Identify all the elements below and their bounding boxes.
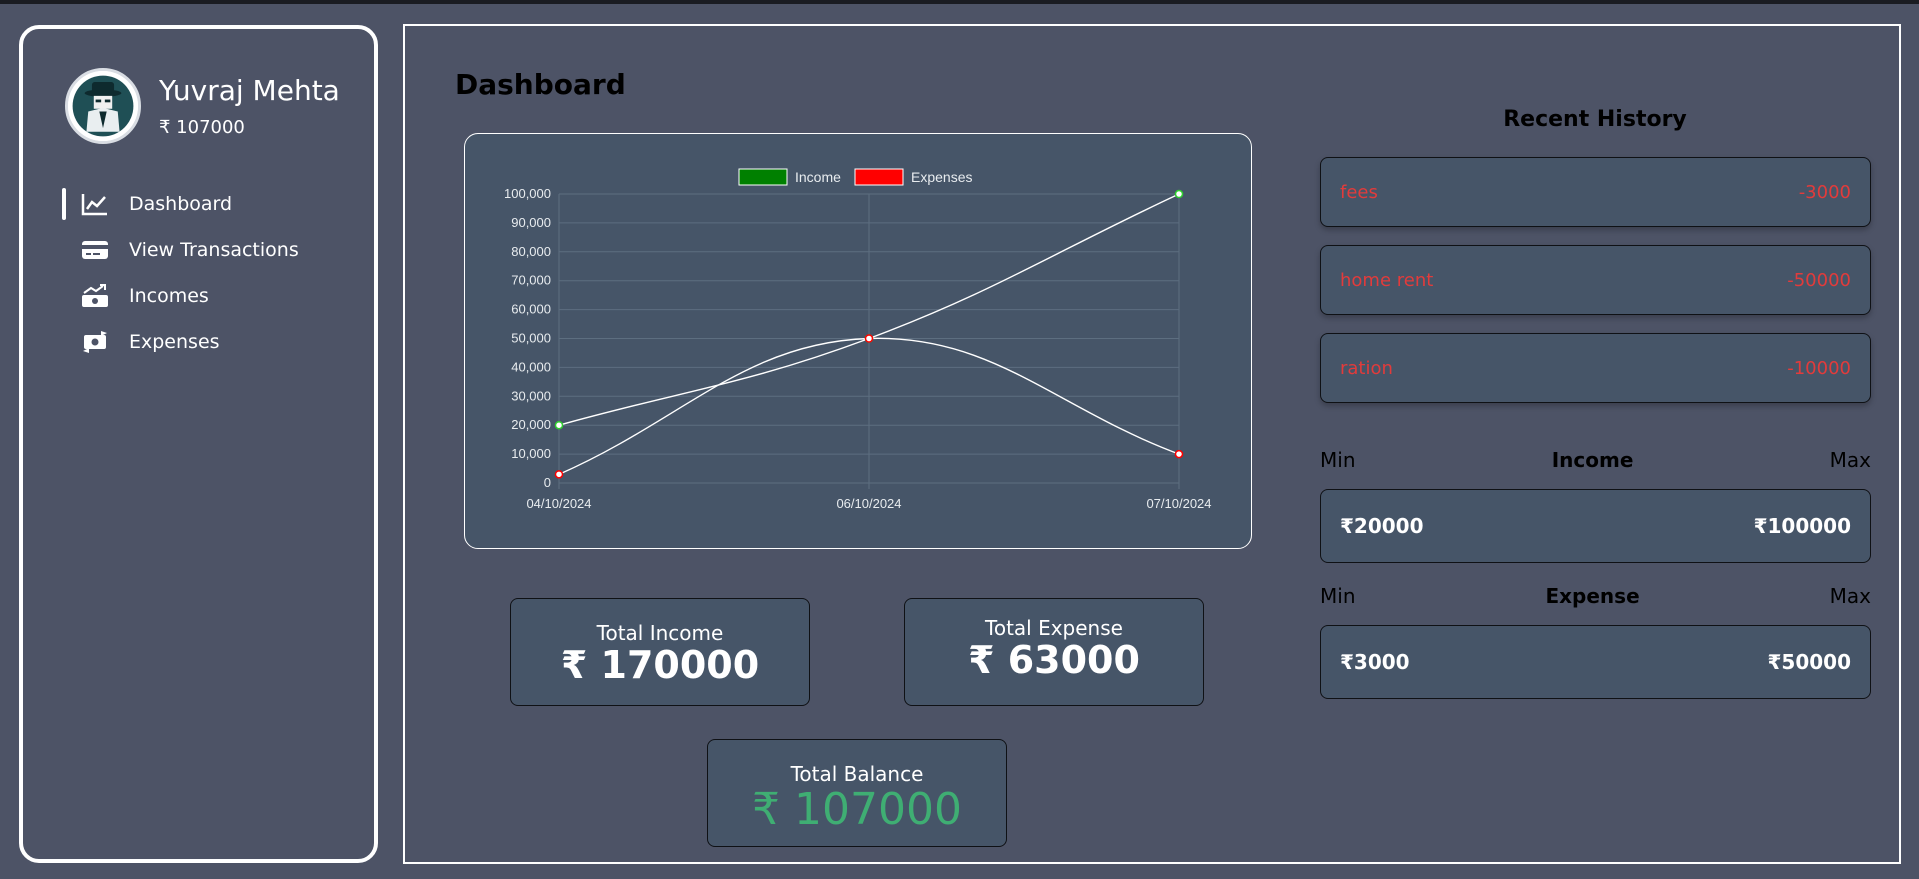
history-item-amount: -10000 [1787, 357, 1851, 379]
total-expense-value: ₹ 63000 [968, 638, 1140, 682]
y-tick-label: 50,000 [511, 331, 551, 346]
total-balance-value: ₹ 107000 [752, 784, 962, 835]
sidebar-item-dashboard[interactable]: Dashboard [23, 181, 374, 227]
sidebar-item-label: Incomes [129, 285, 209, 307]
user-balance: ₹ 107000 [159, 117, 245, 138]
sidebar-item-incomes[interactable]: Incomes [23, 273, 374, 319]
total-income-label: Total Income [596, 621, 724, 645]
sidebar-item-expenses[interactable]: Expenses [23, 319, 374, 365]
data-point-expenses [554, 470, 564, 479]
income-range-title: Income [1551, 448, 1634, 472]
income-range-header: Min Income Max [1320, 448, 1871, 472]
line-chart: 0 10,000 20,000 30,000 40,000 50,000 60,000 70,… [464, 133, 1252, 549]
total-balance-card: Total Balance ₹ 107000 [707, 739, 1007, 847]
total-income-card: Total Income ₹ 170000 [510, 598, 810, 706]
user-name: Yuvraj Mehta [159, 74, 340, 107]
legend-swatch-expenses [854, 168, 904, 186]
income-max-value: ₹100000 [1753, 514, 1851, 538]
history-item-amount: -50000 [1787, 269, 1851, 291]
y-tick-label: 10,000 [511, 446, 551, 461]
sidebar-item-label: Dashboard [129, 193, 233, 215]
expense-max-value: ₹50000 [1767, 650, 1852, 674]
y-tick-label: 40,000 [511, 359, 551, 374]
total-income-value: ₹ 170000 [560, 643, 760, 687]
y-tick-label: 0 [544, 475, 551, 490]
income-max-label: Max [1829, 448, 1871, 472]
main-panel: Dashboard 0 10,000 20,000 30,000 40,000 50,00… [403, 24, 1901, 864]
income-min-value: ₹20000 [1340, 514, 1424, 538]
y-tick-label: 90,000 [511, 215, 551, 230]
sidebar-item-label: View Transactions [129, 239, 299, 261]
expense-min-label: Min [1320, 584, 1356, 608]
y-tick-label: 100,000 [504, 186, 551, 201]
page-title: Dashboard [455, 68, 626, 101]
income-range-box: ₹20000 ₹100000 [1320, 489, 1871, 563]
expense-range-box: ₹3000 ₹50000 [1320, 625, 1871, 699]
data-point-income [1174, 189, 1184, 199]
chart-svg: 0 10,000 20,000 30,000 40,000 50,000 60,000 70,… [504, 168, 1212, 511]
data-point-expenses [864, 334, 874, 343]
y-tick-label: 30,000 [511, 388, 551, 403]
history-item-name: ration [1340, 357, 1393, 379]
y-tick-label: 20,000 [511, 417, 551, 432]
expense-range-title: Expense [1545, 584, 1640, 608]
sidebar-item-label: Expenses [129, 331, 220, 353]
x-tick-label: 07/10/2024 [1146, 496, 1211, 511]
y-tick-label: 80,000 [511, 244, 551, 259]
credit-card-icon [81, 236, 109, 264]
data-point-expenses [1174, 449, 1184, 459]
history-item-name: home rent [1340, 269, 1434, 291]
top-border [0, 0, 1919, 4]
legend-label: Income [795, 169, 841, 185]
expense-min-value: ₹3000 [1340, 650, 1410, 674]
total-balance-label: Total Balance [790, 762, 924, 786]
income-min-label: Min [1320, 448, 1356, 472]
legend-label: Expenses [911, 169, 972, 185]
history-item[interactable]: home rent -50000 [1320, 245, 1871, 315]
avatar [65, 68, 141, 144]
x-tick-label: 04/10/2024 [526, 496, 591, 511]
total-expense-label: Total Expense [985, 616, 1123, 640]
expense-range-header: Min Expense Max [1320, 584, 1871, 608]
sidebar: Yuvraj Mehta ₹ 107000 Dashboard View Tra… [19, 25, 378, 863]
legend-swatch-income [738, 168, 788, 186]
recent-history-title: Recent History [1503, 107, 1687, 132]
data-point-income [554, 420, 564, 430]
history-item-amount: -3000 [1798, 181, 1851, 203]
history-item[interactable]: fees -3000 [1320, 157, 1871, 227]
active-indicator [62, 188, 66, 220]
expense-max-label: Max [1829, 584, 1871, 608]
chart-line-icon [81, 190, 109, 218]
sidebar-nav: Dashboard View Transactions Incomes Expe… [23, 181, 374, 365]
y-tick-label: 60,000 [511, 302, 551, 317]
x-tick-label: 06/10/2024 [836, 496, 901, 511]
money-bill-trend-up-icon [81, 282, 109, 310]
history-item[interactable]: ration -10000 [1320, 333, 1871, 403]
total-expense-card: Total Expense ₹ 63000 [904, 598, 1204, 706]
history-item-name: fees [1340, 181, 1378, 203]
sidebar-item-view-transactions[interactable]: View Transactions [23, 227, 374, 273]
money-bill-transfer-icon [81, 328, 109, 356]
y-tick-label: 70,000 [511, 273, 551, 288]
